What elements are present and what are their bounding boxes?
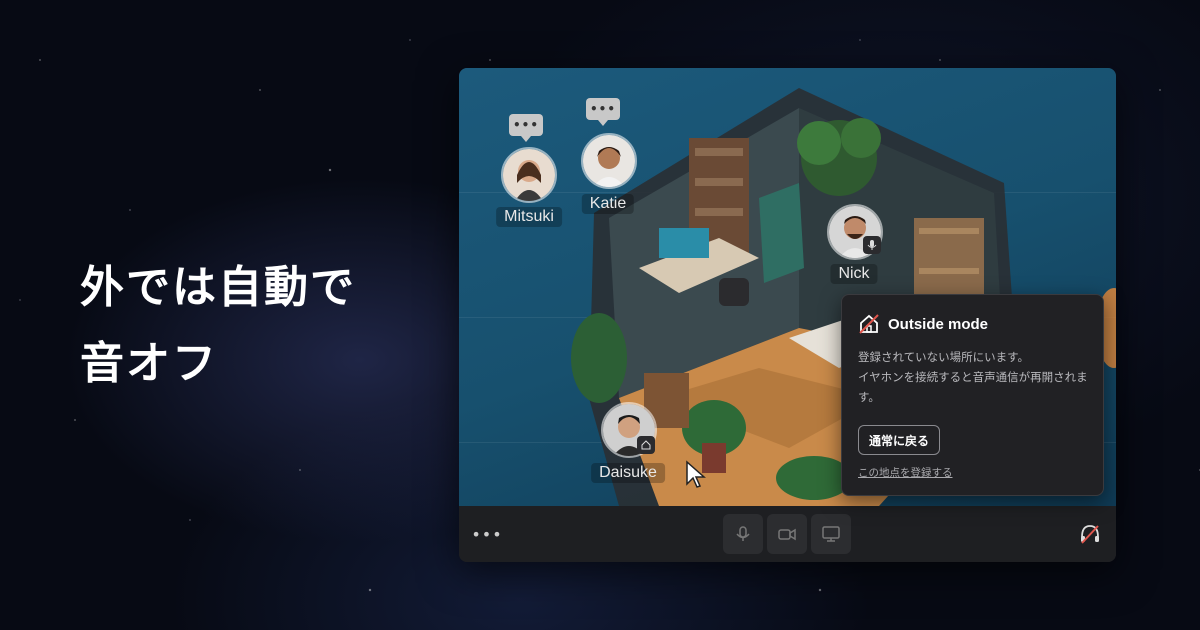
participant-name-daisuke: Daisuke bbox=[591, 463, 665, 483]
more-options-button[interactable]: ••• bbox=[471, 520, 501, 548]
popover-description: 登録されていない場所にいます。 イヤホンを接続すると音声通信が再開されます。 bbox=[858, 347, 1090, 407]
headline: 外では自動で 音オフ bbox=[80, 250, 356, 402]
headphones-button[interactable] bbox=[1078, 522, 1102, 546]
mic-toggle-button[interactable] bbox=[723, 514, 763, 554]
screen-share-button[interactable] bbox=[811, 514, 851, 554]
popover-header: Outside mode bbox=[858, 313, 988, 335]
register-location-link[interactable]: この地点を登録する bbox=[858, 465, 953, 480]
screen-share-icon bbox=[822, 526, 840, 542]
popover-title: Outside mode bbox=[888, 315, 989, 333]
mic-icon bbox=[863, 236, 881, 254]
outside-mode-popover: Outside mode 登録されていない場所にいます。 イヤホンを接続すると音… bbox=[841, 294, 1104, 496]
participant-name-katie: Katie bbox=[581, 194, 635, 214]
headline-line-1: 外では自動で bbox=[80, 262, 356, 313]
camera-toggle-button[interactable] bbox=[767, 514, 807, 554]
bottom-toolbar: ••• bbox=[459, 506, 1116, 562]
chat-bubble-dots: ••• bbox=[512, 118, 539, 132]
headline-line-2: 音オフ bbox=[80, 338, 218, 389]
chat-bubble-icon: ••• bbox=[509, 114, 543, 142]
avatar-mitsuki[interactable] bbox=[501, 147, 557, 203]
popover-description-line-2: イヤホンを接続すると音声通信が再開されます。 bbox=[858, 370, 1088, 404]
camera-icon bbox=[778, 528, 796, 541]
chat-bubble-icon: ••• bbox=[586, 98, 620, 126]
mouse-cursor-icon bbox=[686, 460, 706, 488]
chat-bubble-dots: ••• bbox=[589, 102, 616, 116]
return-to-normal-button[interactable]: 通常に戻る bbox=[858, 425, 941, 455]
popover-description-line-1: 登録されていない場所にいます。 bbox=[858, 350, 1030, 364]
headphones-off-icon bbox=[1081, 525, 1099, 544]
home-icon bbox=[637, 436, 655, 454]
home-off-icon bbox=[859, 314, 879, 334]
participant-name-mitsuki: Mitsuki bbox=[496, 207, 562, 227]
avatar-katie[interactable] bbox=[581, 133, 637, 189]
mic-icon bbox=[736, 526, 750, 541]
participant-name-nick: Nick bbox=[830, 264, 878, 284]
